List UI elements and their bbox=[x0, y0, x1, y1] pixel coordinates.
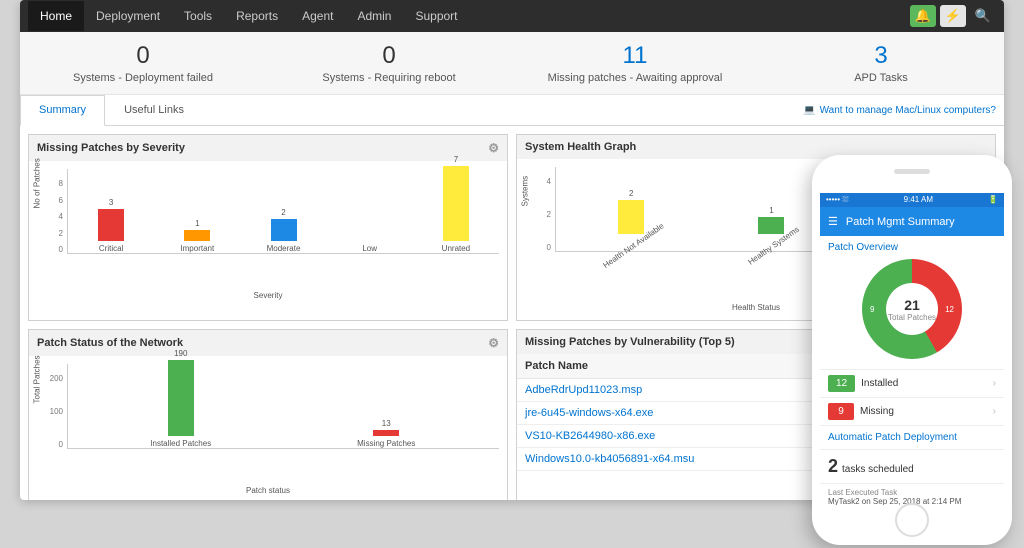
tab-useful-links[interactable]: Useful Links bbox=[105, 95, 203, 125]
x-axis-label: Severity bbox=[37, 291, 499, 300]
phone-header: ☰ Patch Mgmt Summary bbox=[820, 207, 1004, 236]
kpi-card[interactable]: 0 Systems - Requiring reboot bbox=[266, 32, 512, 94]
nav-reports[interactable]: Reports bbox=[224, 1, 290, 31]
nav-agent[interactable]: Agent bbox=[290, 1, 345, 31]
gear-icon[interactable]: ⚙ bbox=[488, 336, 499, 350]
main-navbar: HomeDeploymentToolsReportsAgentAdminSupp… bbox=[20, 0, 1004, 32]
phone-stat-installed[interactable]: 12Installed› bbox=[820, 369, 1004, 397]
bar-healthy-systems[interactable]: 1Healthy Systems bbox=[716, 206, 826, 251]
kpi-label: Missing patches - Awaiting approval bbox=[512, 72, 758, 84]
kpi-card[interactable]: 0 Systems - Deployment failed bbox=[20, 32, 266, 94]
monitor-icon: 💻 bbox=[803, 105, 815, 116]
notification-bell-icon[interactable]: 🔔 bbox=[910, 5, 936, 27]
bar-installed-patches[interactable]: 190Installed Patches bbox=[118, 349, 244, 448]
panel-title: Missing Patches by Vulnerability (Top 5) bbox=[525, 336, 735, 348]
nav-home[interactable]: Home bbox=[28, 1, 84, 31]
x-axis-label: Patch status bbox=[37, 486, 499, 495]
y-axis-label: Systems bbox=[521, 176, 530, 207]
phone-stat-missing[interactable]: 9Missing› bbox=[820, 397, 1004, 425]
chevron-right-icon: › bbox=[993, 406, 996, 417]
kpi-value: 0 bbox=[20, 42, 266, 70]
bar-health-not-available[interactable]: 2Health Not Available bbox=[576, 189, 686, 251]
panel-title: System Health Graph bbox=[525, 141, 636, 153]
bar-moderate[interactable]: 2Moderate bbox=[250, 208, 316, 253]
kpi-label: Systems - Requiring reboot bbox=[266, 72, 512, 84]
panel-title: Missing Patches by Severity bbox=[37, 142, 185, 154]
bar-low[interactable]: Low bbox=[337, 241, 403, 253]
menu-icon[interactable]: ☰ bbox=[828, 215, 838, 228]
phone-statusbar: ••••• ⛆9:41 AM🔋 bbox=[820, 193, 1004, 207]
patch-donut-chart: 9 12 21Total Patches bbox=[862, 259, 962, 359]
bar-missing-patches[interactable]: 13Missing Patches bbox=[324, 419, 450, 448]
bar-critical[interactable]: 3Critical bbox=[78, 198, 144, 253]
mobile-preview: ••••• ⛆9:41 AM🔋 ☰ Patch Mgmt Summary Patc… bbox=[812, 155, 1012, 545]
kpi-value: 3 bbox=[758, 42, 1004, 70]
phone-overview-title: Patch Overview bbox=[828, 242, 996, 253]
nav-deployment[interactable]: Deployment bbox=[84, 1, 172, 31]
phone-title: Patch Mgmt Summary bbox=[846, 216, 955, 228]
kpi-card[interactable]: 11 Missing patches - Awaiting approval bbox=[512, 32, 758, 94]
tab-summary[interactable]: Summary bbox=[20, 95, 105, 126]
y-axis-label: No of Patches bbox=[33, 158, 42, 208]
kpi-value: 11 bbox=[512, 42, 758, 70]
kpi-value: 0 bbox=[266, 42, 512, 70]
panel-title: Patch Status of the Network bbox=[37, 337, 183, 349]
kpi-label: Systems - Deployment failed bbox=[20, 72, 266, 84]
kpi-label: APD Tasks bbox=[758, 72, 1004, 84]
phone-last-executed: Last Executed TaskMyTask2 on Sep 25, 201… bbox=[820, 483, 1004, 505]
nav-support[interactable]: Support bbox=[403, 1, 469, 31]
donut-total: 21 bbox=[904, 297, 920, 313]
mac-linux-link[interactable]: 💻 Want to manage Mac/Linux computers? bbox=[803, 105, 996, 116]
phone-tasks: 2tasks scheduled bbox=[820, 449, 1004, 483]
panel-missing-by-severity: Missing Patches by Severity ⚙ No of Patch… bbox=[28, 134, 508, 321]
bar-important[interactable]: 1Important bbox=[164, 219, 230, 253]
quick-action-icon[interactable]: ⚡ bbox=[940, 5, 966, 27]
y-axis-label: Total Patches bbox=[33, 355, 42, 403]
gear-icon[interactable]: ⚙ bbox=[488, 141, 499, 155]
nav-tools[interactable]: Tools bbox=[172, 1, 224, 31]
mac-linux-text: Want to manage Mac/Linux computers? bbox=[820, 105, 996, 116]
panel-patch-status: Patch Status of the Network ⚙ Total Patch… bbox=[28, 329, 508, 500]
bar-unrated[interactable]: 7Unrated bbox=[423, 155, 489, 253]
phone-apd-link[interactable]: Automatic Patch Deployment bbox=[820, 425, 1004, 449]
tab-row: SummaryUseful Links 💻 Want to manage Mac… bbox=[20, 95, 1004, 126]
chevron-right-icon: › bbox=[993, 378, 996, 389]
kpi-row: 0Systems - Deployment failed0Systems - R… bbox=[20, 32, 1004, 95]
nav-admin[interactable]: Admin bbox=[345, 1, 403, 31]
kpi-card[interactable]: 3 APD Tasks bbox=[758, 32, 1004, 94]
search-icon[interactable]: 🔍 bbox=[970, 5, 996, 27]
